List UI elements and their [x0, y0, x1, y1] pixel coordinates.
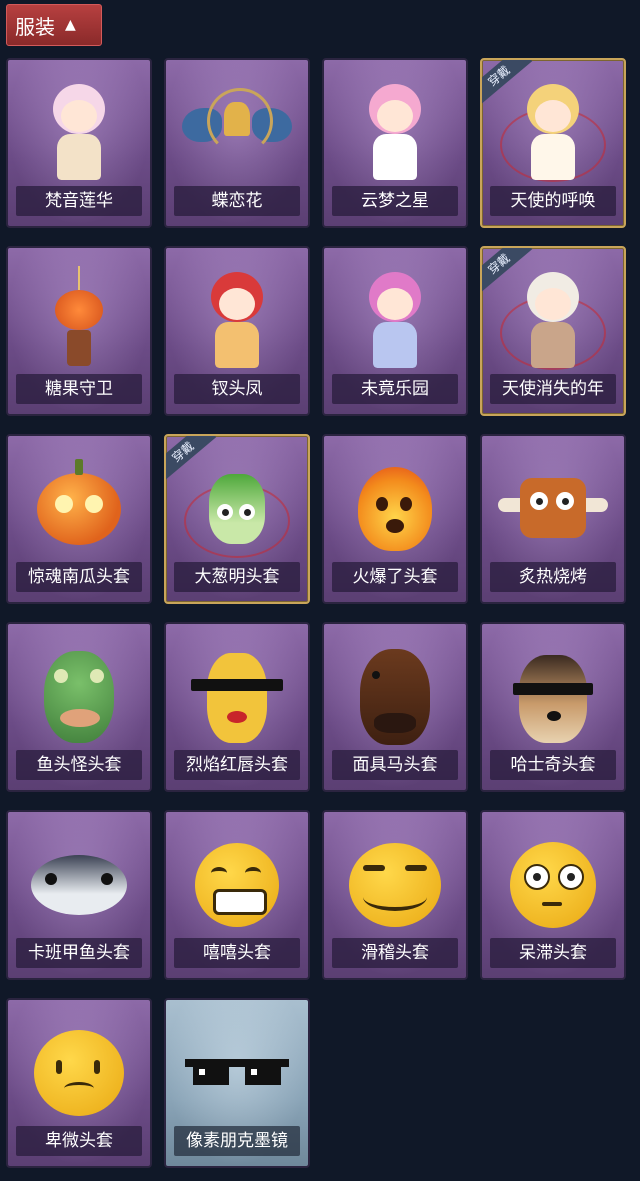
item-name: 未竟乐园	[332, 374, 458, 404]
item-card[interactable]: 云梦之星	[322, 58, 468, 228]
item-name: 面具马头套	[332, 750, 458, 780]
item-card[interactable]: 炙热烧烤	[480, 434, 626, 604]
item-name: 鱼头怪头套	[16, 750, 142, 780]
pumpkin-head-icon	[8, 450, 150, 568]
item-card[interactable]: 面具马头套	[322, 622, 468, 792]
item-name: 云梦之星	[332, 186, 458, 216]
item-card[interactable]: 糖果守卫	[6, 246, 152, 416]
angel-figure-icon	[482, 74, 624, 192]
item-name: 天使消失的年	[490, 374, 616, 404]
item-card[interactable]: 卑微头套	[6, 998, 152, 1168]
fish-mask-icon	[8, 638, 150, 756]
item-card[interactable]: 钗头凤	[164, 246, 310, 416]
item-name: 天使的呼唤	[490, 186, 616, 216]
item-name: 嘻嘻头套	[174, 938, 300, 968]
item-card[interactable]: 滑稽头套	[322, 810, 468, 980]
item-name: 梵音莲华	[16, 186, 142, 216]
item-name: 火爆了头套	[332, 562, 458, 592]
item-card[interactable]: 穿戴 大葱明头套	[164, 434, 310, 604]
item-card[interactable]: 火爆了头套	[322, 434, 468, 604]
item-card[interactable]: 呆滞头套	[480, 810, 626, 980]
item-name: 像素朋克墨镜	[174, 1126, 300, 1156]
item-card[interactable]: 哈士奇头套	[480, 622, 626, 792]
item-name: 蝶恋花	[174, 186, 300, 216]
item-card[interactable]: 像素朋克墨镜	[164, 998, 310, 1168]
pixel-sunglasses-icon	[166, 1014, 308, 1132]
item-name: 大葱明头套	[174, 562, 300, 592]
stare-emoji-icon	[482, 826, 624, 944]
item-name: 钗头凤	[174, 374, 300, 404]
item-name: 炙热烧烤	[490, 562, 616, 592]
fish-head-mask-icon	[8, 826, 150, 944]
grin-emoji-icon	[166, 826, 308, 944]
yellow-mask-sunglasses-icon	[166, 638, 308, 756]
item-name: 呆滞头套	[490, 938, 616, 968]
scallion-head-icon	[166, 450, 308, 568]
silly-emoji-icon	[324, 826, 466, 944]
item-card[interactable]: 鱼头怪头套	[6, 622, 152, 792]
butterfly-bell-ornament-icon	[166, 74, 308, 192]
item-card[interactable]: 烈焰红唇头套	[164, 622, 310, 792]
anime-character-figure-icon	[8, 74, 150, 192]
phoenix-crown-figure-icon	[166, 262, 308, 380]
item-card[interactable]: 卡班甲鱼头套	[6, 810, 152, 980]
shy-emoji-icon	[8, 1014, 150, 1132]
chevron-up-icon: ▲	[65, 17, 76, 33]
item-name: 糖果守卫	[16, 374, 142, 404]
item-name: 烈焰红唇头套	[174, 750, 300, 780]
item-card[interactable]: 穿戴 天使消失的年	[480, 246, 626, 416]
item-card[interactable]: 未竟乐园	[322, 246, 468, 416]
item-card[interactable]: 穿戴 天使的呼唤	[480, 58, 626, 228]
item-card[interactable]: 惊魂南瓜头套	[6, 434, 152, 604]
section-tab-label: 服装	[15, 14, 55, 39]
item-name: 卡班甲鱼头套	[16, 938, 142, 968]
item-name: 惊魂南瓜头套	[16, 562, 142, 592]
section-tab-clothing[interactable]: 服装 ▲	[6, 4, 102, 46]
horse-mask-icon	[324, 638, 466, 756]
veiled-girl-figure-icon	[482, 262, 624, 380]
item-card[interactable]: 梵音莲华	[6, 58, 152, 228]
unicorn-on-cloud-icon	[324, 74, 466, 192]
pink-hair-girl-figure-icon	[324, 262, 466, 380]
fire-head-icon	[324, 450, 466, 568]
item-card[interactable]: 蝶恋花	[164, 58, 310, 228]
pumpkin-scarecrow-ornament-icon	[8, 262, 150, 380]
item-name: 哈士奇头套	[490, 750, 616, 780]
item-name: 卑微头套	[16, 1126, 142, 1156]
husky-mask-icon	[482, 638, 624, 756]
item-card[interactable]: 嘻嘻头套	[164, 810, 310, 980]
item-name: 滑稽头套	[332, 938, 458, 968]
wardrobe-page: 服装 ▲ 梵音莲华 蝶恋花 云梦之星 穿戴 天使的呼唤 糖果守卫 钗头凤 未竟乐…	[0, 0, 640, 1181]
meat-head-icon	[482, 450, 624, 568]
